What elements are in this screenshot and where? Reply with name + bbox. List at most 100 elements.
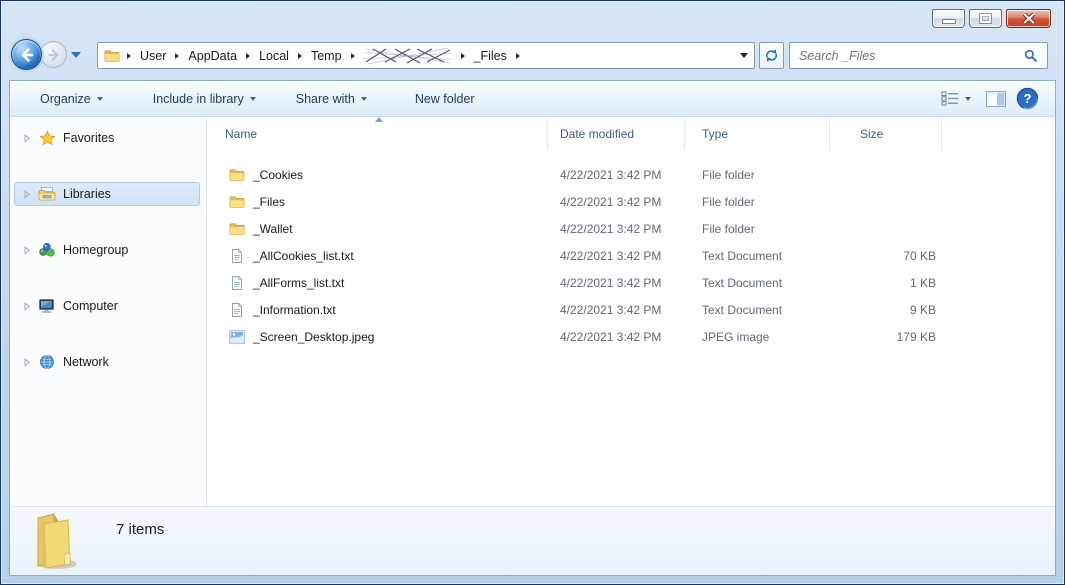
expand-arrow-icon[interactable] [23, 190, 31, 199]
preview-pane-button[interactable] [986, 91, 1006, 107]
new-folder-label: New folder [415, 92, 475, 106]
breadcrumb[interactable]: User AppData Local Temp _Files [97, 42, 755, 69]
breadcrumb-separator-icon [298, 53, 302, 59]
column-label-type: Type [702, 127, 728, 141]
forward-button[interactable] [40, 41, 67, 68]
column-header-size[interactable]: Size [830, 117, 942, 150]
address-dropdown-icon[interactable] [740, 53, 748, 58]
file-date-modified: 4/22/2021 3:42 PM [548, 195, 685, 209]
include-in-library-label: Include in library [153, 92, 244, 106]
file-type: Text Document [685, 276, 830, 290]
change-view-button[interactable] [936, 87, 976, 110]
preview-pane-icon [986, 91, 1006, 107]
toolbar-right: ? [936, 87, 1055, 110]
recent-pages-dropdown[interactable] [71, 52, 81, 58]
details-pane: 7 items [10, 506, 1055, 575]
organize-button[interactable]: Organize [32, 88, 111, 110]
folder-icon [229, 221, 245, 236]
help-icon: ? [1016, 87, 1039, 110]
file-row[interactable]: _AllForms_list.txt4/22/2021 3:42 PMText … [207, 269, 1055, 296]
text-document-icon [229, 248, 245, 264]
file-size: 70 KB [830, 249, 942, 263]
file-name: _Files [253, 195, 285, 209]
window-controls [932, 9, 1051, 28]
breadcrumb-separator-icon [516, 53, 520, 59]
file-name: _AllForms_list.txt [253, 276, 344, 290]
chevron-down-icon [97, 97, 103, 101]
text-document-icon [229, 302, 245, 318]
column-label-date-modified: Date modified [560, 127, 634, 141]
file-name: _Wallet [253, 222, 293, 236]
column-header-name[interactable]: Name [207, 117, 548, 150]
maximize-icon [980, 14, 991, 23]
column-header-date-modified[interactable]: Date modified [548, 117, 685, 150]
redacted-scribble [364, 46, 452, 66]
search-icon[interactable] [1024, 49, 1038, 63]
new-folder-button[interactable]: New folder [407, 88, 483, 110]
file-name: _Information.txt [253, 303, 336, 317]
share-with-label: Share with [296, 92, 355, 106]
minimize-button[interactable] [932, 9, 965, 28]
column-header-type[interactable]: Type [685, 117, 830, 150]
close-icon [1022, 13, 1036, 24]
breadcrumb-separator-icon [175, 53, 179, 59]
expand-arrow-icon[interactable] [23, 134, 31, 143]
share-with-button[interactable]: Share with [288, 88, 375, 110]
maximize-button[interactable] [969, 9, 1002, 28]
file-rows: _Cookies4/22/2021 3:42 PMFile folder _Fil… [207, 150, 1055, 350]
explorer-window: User AppData Local Temp _Files Organize [0, 0, 1065, 585]
sidebar-item-computer[interactable]: Computer [14, 294, 200, 318]
address-folder-icon [104, 48, 120, 63]
computer-icon [38, 298, 56, 314]
sidebar-item-favorites[interactable]: Favorites [14, 126, 200, 150]
refresh-icon [764, 48, 779, 63]
sidebar-item-label: Homegroup [63, 243, 128, 257]
expand-arrow-icon[interactable] [23, 246, 31, 255]
star-icon [38, 130, 56, 147]
expand-arrow-icon[interactable] [23, 358, 31, 367]
sidebar-item-homegroup[interactable]: Homegroup [14, 238, 200, 262]
library-icon [38, 186, 56, 202]
svg-text:?: ? [1024, 91, 1032, 106]
file-row[interactable]: _Wallet4/22/2021 3:42 PMFile folder [207, 215, 1055, 242]
file-size: 1 KB [830, 276, 942, 290]
include-in-library-button[interactable]: Include in library [145, 88, 264, 110]
breadcrumb-segment[interactable]: Local [257, 48, 291, 64]
breadcrumb-segment[interactable]: User [138, 48, 168, 64]
column-label-name: Name [225, 127, 257, 141]
breadcrumb-segment[interactable]: _Files [472, 48, 509, 64]
text-document-icon [229, 275, 245, 291]
chevron-down-icon [965, 97, 971, 101]
close-button[interactable] [1006, 9, 1051, 28]
file-row[interactable]: _Cookies4/22/2021 3:42 PMFile folder [207, 161, 1055, 188]
main-area: Favorites Libraries Homegroup Computer Netwo… [10, 117, 1055, 506]
folder-large-icon [24, 510, 82, 577]
file-row[interactable]: _Information.txt4/22/2021 3:42 PMText Do… [207, 296, 1055, 323]
file-row[interactable]: _Files4/22/2021 3:42 PMFile folder [207, 188, 1055, 215]
help-button[interactable]: ? [1016, 87, 1039, 110]
client-area: Organize Include in library Share with N… [9, 80, 1056, 576]
homegroup-icon [38, 242, 56, 258]
file-size: 9 KB [830, 303, 942, 317]
refresh-button[interactable] [759, 42, 784, 69]
search-input[interactable] [799, 49, 1024, 63]
search-box [789, 42, 1048, 69]
file-row[interactable]: _AllCookies_list.txt4/22/2021 3:42 PMTex… [207, 242, 1055, 269]
breadcrumb-separator-icon [461, 53, 465, 59]
address-row: User AppData Local Temp _Files [1, 41, 1064, 71]
chevron-down-icon [250, 97, 256, 101]
sidebar-item-label: Favorites [63, 131, 114, 145]
file-date-modified: 4/22/2021 3:42 PM [548, 168, 685, 182]
sidebar-item-network[interactable]: Network [14, 350, 200, 374]
expand-arrow-icon[interactable] [23, 302, 31, 311]
file-type: Text Document [685, 303, 830, 317]
file-row[interactable]: _Screen_Desktop.jpeg4/22/2021 3:42 PMJPE… [207, 323, 1055, 350]
breadcrumb-segment[interactable]: AppData [186, 48, 239, 64]
breadcrumb-separator-icon [351, 53, 355, 59]
navigation-pane: Favorites Libraries Homegroup Computer Netwo… [10, 117, 207, 506]
back-button[interactable] [11, 39, 42, 70]
column-headers: Name Date modified Type Size [207, 117, 1055, 150]
breadcrumb-segment[interactable]: Temp [309, 48, 344, 64]
file-type: JPEG image [685, 330, 830, 344]
sidebar-item-libraries[interactable]: Libraries [14, 182, 200, 206]
